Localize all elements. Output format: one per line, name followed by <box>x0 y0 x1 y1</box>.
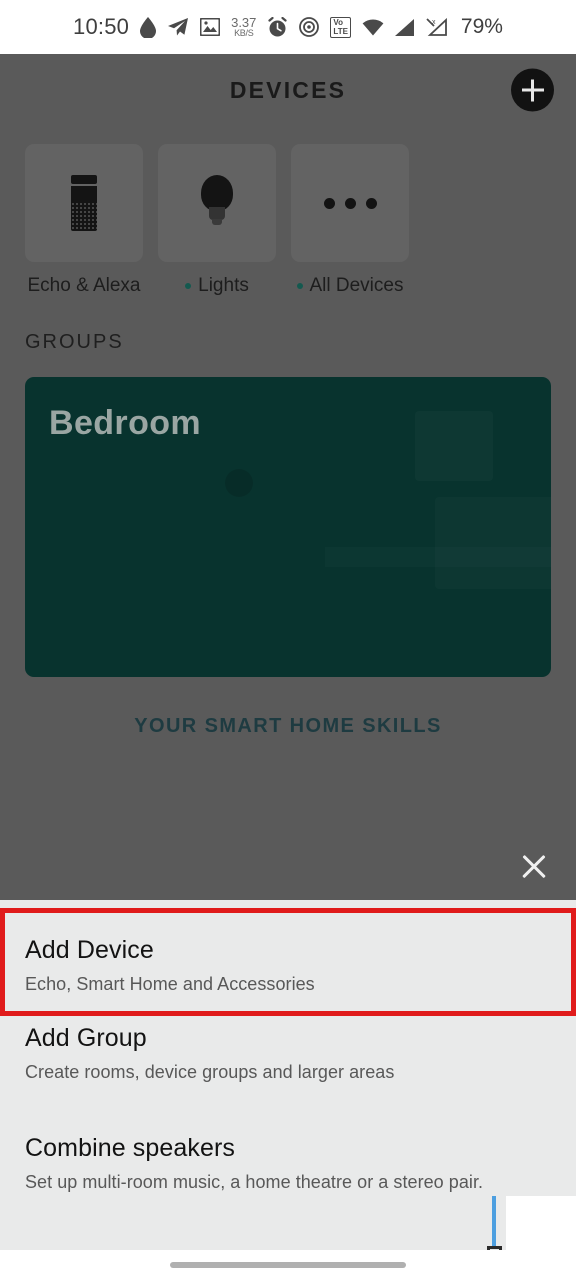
volte-icon: Vo LTE <box>330 16 351 38</box>
menu-item-subtitle: Echo, Smart Home and Accessories <box>25 974 315 994</box>
hotspot-icon <box>299 17 320 37</box>
all-devices-tile[interactable] <box>291 144 409 262</box>
battery-percentage: 79% <box>460 15 503 38</box>
sidebar-item-lights[interactable]: Lights <box>158 144 276 297</box>
signal-no-service-icon: x <box>426 18 448 36</box>
add-button[interactable] <box>511 68 554 112</box>
volte-label-bottom: LTE <box>333 26 348 36</box>
category-label: Lights <box>198 275 249 296</box>
light-bulb-icon <box>195 175 239 231</box>
device-category-row: Echo & Alexa Lights All Devices <box>0 126 576 297</box>
close-button[interactable] <box>512 845 556 889</box>
menu-item-add-device[interactable]: Add Device Echo, Smart Home and Accessor… <box>0 908 576 1015</box>
smart-home-skills-link[interactable]: YOUR SMART HOME SKILLS <box>0 715 576 738</box>
telegram-send-icon <box>167 17 189 37</box>
status-dot-icon <box>296 283 303 289</box>
menu-item-title: Add Device <box>25 936 154 964</box>
menu-item-title: Add Group <box>25 1024 147 1052</box>
volte-label-top: Vo <box>333 17 344 27</box>
status-bar: 10:50 3.37 KB/S Vo LTE x 79% <box>0 0 576 54</box>
devices-screen-dimmed: DEVICES Echo & Alexa Lights All Devices … <box>0 54 576 900</box>
plus-icon-vertical <box>531 79 534 101</box>
alarm-clock-icon <box>267 16 288 38</box>
sidebar-item-echo-alexa[interactable]: Echo & Alexa <box>25 144 143 297</box>
home-gesture-pill[interactable] <box>170 1262 406 1268</box>
lights-tile[interactable] <box>158 144 276 262</box>
menu-item-title: Combine speakers <box>25 1134 236 1162</box>
group-card-bedroom[interactable]: Bedroom <box>25 377 551 677</box>
card-photo-shape <box>325 547 551 567</box>
image-icon <box>200 18 221 36</box>
navigation-bar <box>0 1250 576 1280</box>
bottom-sheet-menu: Add Device Echo, Smart Home and Accessor… <box>0 900 576 1250</box>
echo-alexa-label-row: Echo & Alexa <box>25 275 143 297</box>
phone-screen: 10:50 3.37 KB/S Vo LTE x 79% DEVICES Ech… <box>0 0 576 1280</box>
status-bar-clock: 10:50 <box>73 14 130 39</box>
water-drop-icon <box>140 16 157 38</box>
category-label: Echo & Alexa <box>27 275 141 296</box>
card-photo-shape <box>415 411 493 481</box>
category-label: All Devices <box>309 275 404 296</box>
all-devices-label-row: All Devices <box>291 275 409 297</box>
echo-alexa-tile[interactable] <box>25 144 143 262</box>
card-photo-shape <box>225 469 253 497</box>
data-rate-unit: KB/S <box>234 28 254 38</box>
sidebar-item-all-devices[interactable]: All Devices <box>291 144 409 297</box>
lights-label-row: Lights <box>158 275 276 297</box>
groups-section-header: GROUPS <box>25 331 124 353</box>
app-bar: DEVICES <box>0 54 576 126</box>
echo-speaker-icon <box>71 175 97 231</box>
status-dot-icon <box>185 283 192 289</box>
more-dots-icon <box>323 197 377 209</box>
menu-item-subtitle: Set up multi-room music, a home theatre … <box>25 1172 484 1192</box>
page-title: DEVICES <box>229 76 347 103</box>
wifi-icon <box>362 19 384 36</box>
overlay-blue-cursor-line <box>492 1196 496 1252</box>
group-name-label: Bedroom <box>49 404 202 442</box>
card-photo-shape <box>435 497 551 589</box>
svg-text:x: x <box>432 19 436 26</box>
menu-item-combine-speakers[interactable]: Combine speakers Set up multi-room music… <box>0 1134 576 1193</box>
signal-bars-icon <box>394 18 415 36</box>
menu-item-add-group[interactable]: Add Group Create rooms, device groups an… <box>0 1024 576 1083</box>
menu-item-subtitle: Create rooms, device groups and larger a… <box>25 1062 395 1082</box>
data-rate-indicator: 3.37 KB/S <box>231 16 256 38</box>
